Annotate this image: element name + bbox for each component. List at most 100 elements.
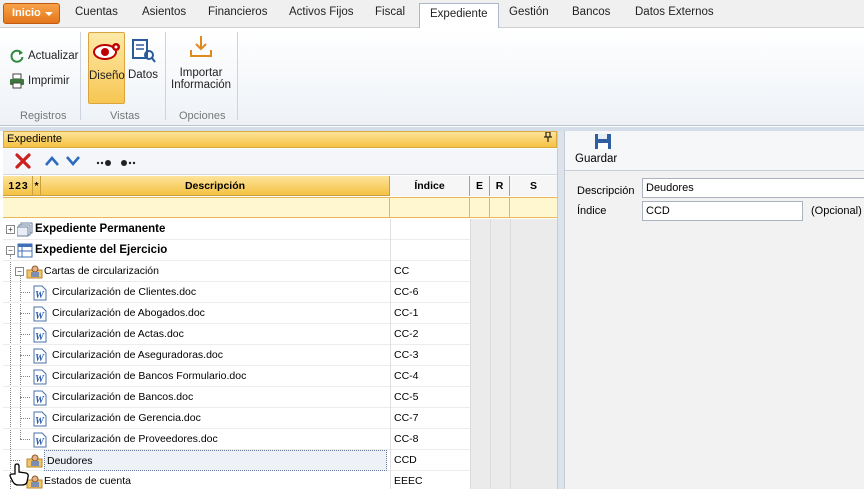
row-cell-e[interactable] <box>470 282 490 303</box>
collapse-all-icon[interactable] <box>120 158 138 170</box>
tab-expediente[interactable]: Expediente <box>419 3 499 29</box>
imprimir-button[interactable]: Imprimir <box>9 73 70 89</box>
row-indice[interactable]: CCD <box>390 450 470 471</box>
row-cell-s[interactable] <box>510 429 557 450</box>
row-cell-e[interactable] <box>470 429 490 450</box>
filter-row[interactable] <box>3 197 557 218</box>
row-cell-r[interactable] <box>490 240 510 261</box>
row-descripcion[interactable]: Expediente Permanente <box>35 219 165 240</box>
tree-row[interactable]: − Expediente del Ejercicio <box>3 240 557 261</box>
tree-row[interactable]: W Circularización de Proveedores.doc CC-8 <box>3 429 557 450</box>
row-indice[interactable]: CC-1 <box>390 303 470 324</box>
indice-field[interactable]: CCD <box>642 201 803 221</box>
row-indice[interactable] <box>390 219 470 240</box>
row-cell-r[interactable] <box>490 366 510 387</box>
column-e[interactable]: E <box>470 176 490 196</box>
descripcion-field[interactable]: Deudores <box>642 178 864 198</box>
expand-all-icon[interactable] <box>96 158 114 170</box>
row-indice[interactable]: CC-8 <box>390 429 470 450</box>
tree-row[interactable]: Deudores CCD <box>3 450 557 471</box>
expand-toggle-icon[interactable]: + <box>6 225 15 234</box>
row-cell-e[interactable] <box>470 387 490 408</box>
row-descripcion[interactable]: Circularización de Bancos.doc <box>52 387 193 408</box>
row-indice[interactable]: CC-3 <box>390 345 470 366</box>
tree-row[interactable]: Estados de cuenta EEEC <box>3 471 557 489</box>
panel-splitter[interactable] <box>557 131 565 489</box>
collapse-toggle-icon[interactable]: − <box>15 267 24 276</box>
row-descripcion[interactable]: Deudores <box>44 450 387 471</box>
row-cell-e[interactable] <box>470 366 490 387</box>
row-cell-s[interactable] <box>510 450 557 471</box>
row-cell-r[interactable] <box>490 324 510 345</box>
row-cell-e[interactable] <box>470 345 490 366</box>
row-cell-r[interactable] <box>490 261 510 282</box>
tree-row[interactable]: + Expediente Permanente <box>3 219 557 240</box>
row-cell-r[interactable] <box>490 303 510 324</box>
row-descripcion[interactable]: Circularización de Gerencia.doc <box>52 408 201 429</box>
importar-informacion-button[interactable]: Importar Información <box>171 32 231 104</box>
row-descripcion[interactable]: Circularización de Actas.doc <box>52 324 184 345</box>
tab-financieros[interactable]: Financieros <box>208 6 267 18</box>
row-indice[interactable]: CC <box>390 261 470 282</box>
row-indice[interactable] <box>390 240 470 261</box>
row-cell-s[interactable] <box>510 387 557 408</box>
row-indice[interactable]: CC-7 <box>390 408 470 429</box>
tree-row[interactable]: W Circularización de Clientes.doc CC-6 <box>3 282 557 303</box>
tree-row[interactable]: W Circularización de Aseguradoras.doc CC-3 <box>3 345 557 366</box>
tree-row[interactable]: W Circularización de Actas.doc CC-2 <box>3 324 557 345</box>
tab-activos-fijos[interactable]: Activos Fijos <box>289 6 354 18</box>
tree-row[interactable]: W Circularización de Bancos Formulario.do… <box>3 366 557 387</box>
level-buttons[interactable]: 1 2 3 <box>3 176 33 196</box>
row-cell-r[interactable] <box>490 387 510 408</box>
tab-bancos[interactable]: Bancos <box>572 6 610 18</box>
column-r[interactable]: R <box>490 176 510 196</box>
filter-indice[interactable] <box>390 198 470 218</box>
tree-row[interactable]: W Circularización de Bancos.doc CC-5 <box>3 387 557 408</box>
row-cell-s[interactable] <box>510 408 557 429</box>
row-cell-e[interactable] <box>470 450 490 471</box>
column-s[interactable]: S <box>510 176 557 196</box>
row-descripcion[interactable]: Circularización de Abogados.doc <box>52 303 205 324</box>
row-cell-s[interactable] <box>510 261 557 282</box>
row-cell-r[interactable] <box>490 450 510 471</box>
row-cell-e[interactable] <box>470 324 490 345</box>
filter-r[interactable] <box>490 198 510 218</box>
tree-row[interactable]: W Circularización de Gerencia.doc CC-7 <box>3 408 557 429</box>
collapse-toggle-icon[interactable]: − <box>6 246 15 255</box>
tab-fiscal[interactable]: Fiscal <box>375 6 405 18</box>
filter-e[interactable] <box>470 198 490 218</box>
tree-row[interactable]: − Cartas de circularización CC <box>3 261 557 282</box>
row-cell-r[interactable] <box>490 429 510 450</box>
tree-row[interactable]: W Circularización de Abogados.doc CC-1 <box>3 303 557 324</box>
row-indice[interactable]: EEEC <box>390 471 470 489</box>
delete-icon[interactable] <box>15 153 31 172</box>
row-descripcion[interactable]: Estados de cuenta <box>44 471 131 489</box>
tab-asientos[interactable]: Asientos <box>142 6 186 18</box>
row-cell-s[interactable] <box>510 303 557 324</box>
row-cell-e[interactable] <box>470 303 490 324</box>
row-cell-e[interactable] <box>470 408 490 429</box>
row-descripcion[interactable]: Circularización de Proveedores.doc <box>52 429 218 450</box>
row-descripcion[interactable]: Expediente del Ejercicio <box>35 240 167 261</box>
row-cell-r[interactable] <box>490 219 510 240</box>
row-cell-e[interactable] <box>470 261 490 282</box>
row-cell-r[interactable] <box>490 282 510 303</box>
filter-s[interactable] <box>510 198 557 218</box>
row-cell-s[interactable] <box>510 219 557 240</box>
guardar-button[interactable]: Guardar <box>575 133 617 165</box>
row-indice[interactable]: CC-2 <box>390 324 470 345</box>
column-indice[interactable]: Índice <box>390 176 470 196</box>
row-cell-r[interactable] <box>490 408 510 429</box>
row-cell-s[interactable] <box>510 366 557 387</box>
row-descripcion[interactable]: Cartas de circularización <box>44 261 159 282</box>
datos-button[interactable]: Datos <box>127 32 159 104</box>
column-descripcion[interactable]: Descripción <box>41 176 390 196</box>
row-cell-s[interactable] <box>510 324 557 345</box>
row-indice[interactable]: CC-6 <box>390 282 470 303</box>
tab-datos-externos[interactable]: Datos Externos <box>635 6 714 18</box>
move-up-icon[interactable] <box>44 154 60 171</box>
move-down-icon[interactable] <box>65 154 81 171</box>
diseno-button[interactable]: Diseño <box>88 32 125 104</box>
row-descripcion[interactable]: Circularización de Bancos Formulario.doc <box>52 366 246 387</box>
row-cell-s[interactable] <box>510 345 557 366</box>
